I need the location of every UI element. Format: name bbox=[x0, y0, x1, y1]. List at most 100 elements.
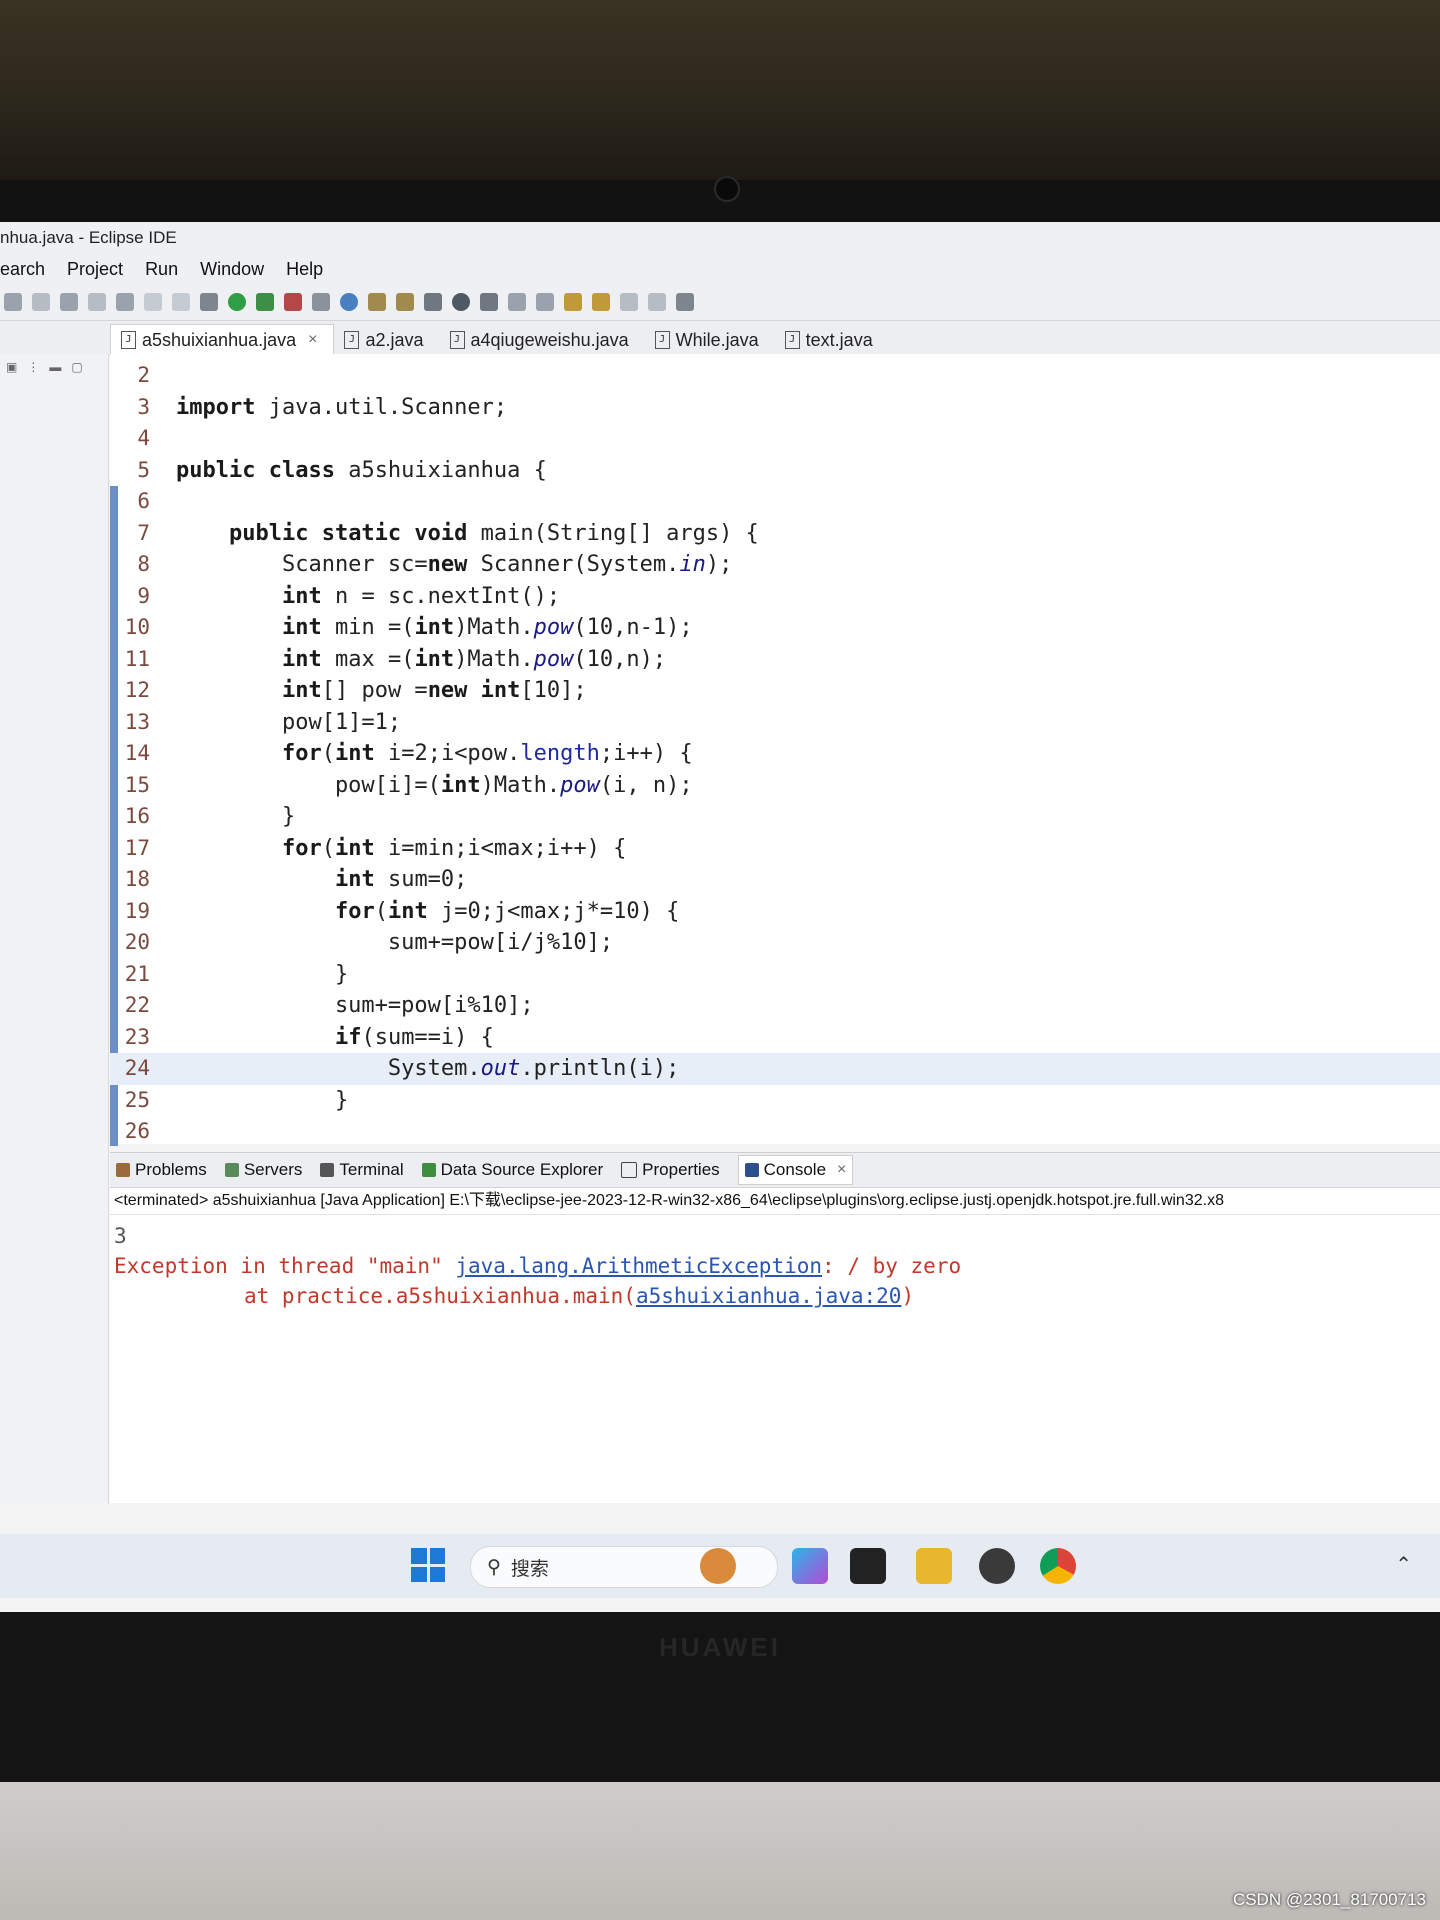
maximize-icon[interactable]: ▢ bbox=[71, 360, 82, 374]
code-line[interactable]: 2 bbox=[110, 360, 1440, 392]
code-line[interactable]: 15 pow[i]=(int)Math.pow(i, n); bbox=[110, 770, 1440, 802]
line-number: 20 bbox=[124, 930, 150, 954]
code-line[interactable]: 21 } bbox=[110, 959, 1440, 991]
tab-problems[interactable]: Problems bbox=[116, 1160, 207, 1180]
tab-label: Problems bbox=[135, 1160, 207, 1179]
console-status: <terminated> a5shuixianhua [Java Applica… bbox=[110, 1188, 1440, 1215]
toolbar-icon[interactable] bbox=[144, 293, 162, 311]
code-line[interactable]: 19 for(int j=0;j<max;j*=10) { bbox=[110, 896, 1440, 928]
menu-run[interactable]: Run bbox=[145, 259, 178, 280]
perspective-icon[interactable] bbox=[676, 293, 694, 311]
code-line[interactable]: 16 } bbox=[110, 801, 1440, 833]
forward-icon[interactable] bbox=[592, 293, 610, 311]
code-line[interactable]: 23 if(sum==i) { bbox=[110, 1022, 1440, 1054]
tab-a4qiugeweishu[interactable]: J a4qiugeweishu.java bbox=[440, 325, 645, 355]
menu-window[interactable]: Window bbox=[200, 259, 264, 280]
background-wall bbox=[0, 0, 1440, 180]
code-line[interactable]: 8 Scanner sc=new Scanner(System.in); bbox=[110, 549, 1440, 581]
tab-terminal[interactable]: Terminal bbox=[320, 1160, 404, 1180]
exception-class-link[interactable]: java.lang.ArithmeticException bbox=[455, 1254, 822, 1278]
eclipse-icon[interactable] bbox=[979, 1548, 1015, 1584]
code-line[interactable]: 3 import java.util.Scanner; bbox=[110, 392, 1440, 424]
coverage-icon[interactable] bbox=[256, 293, 274, 311]
code-line[interactable]: 14 for(int i=2;i<pow.length;i++) { bbox=[110, 738, 1440, 770]
window-title: nhua.java - Eclipse IDE bbox=[0, 222, 1440, 254]
tab-label: a4qiugeweishu.java bbox=[470, 330, 629, 350]
tab-a2[interactable]: J a2.java bbox=[334, 325, 439, 355]
toolbar-icon[interactable] bbox=[340, 293, 358, 311]
run-icon[interactable] bbox=[228, 293, 246, 311]
annotation-icon[interactable] bbox=[536, 293, 554, 311]
code-lines: 2 3 import java.util.Scanner; 4 5 public clas… bbox=[110, 360, 1440, 1148]
code-line[interactable]: 9 int n = sc.nextInt(); bbox=[110, 581, 1440, 613]
app-icon[interactable] bbox=[850, 1548, 886, 1584]
menu-bar: earch Project Run Window Help bbox=[0, 254, 1440, 284]
code-text: for(int i=2;i<pow.length;i++) { bbox=[281, 741, 693, 766]
code-line[interactable]: 26 bbox=[110, 1116, 1440, 1148]
code-line[interactable]: 5 public class a5shuixianhua { bbox=[110, 455, 1440, 487]
tray-chevron-icon[interactable]: ⌃ bbox=[1395, 1552, 1412, 1577]
open-type-icon[interactable] bbox=[368, 293, 386, 311]
minimize-icon[interactable]: ▬ bbox=[49, 360, 61, 374]
code-editor[interactable]: 2 3 import java.util.Scanner; 4 5 public clas… bbox=[110, 354, 1440, 1259]
tab-text[interactable]: J text.java bbox=[775, 325, 889, 355]
menu-search[interactable]: earch bbox=[0, 259, 45, 280]
back-icon[interactable] bbox=[564, 293, 582, 311]
copilot-icon[interactable] bbox=[792, 1548, 828, 1584]
windows-start-icon[interactable] bbox=[411, 1548, 445, 1582]
menu-help[interactable]: Help bbox=[286, 259, 323, 280]
tab-console[interactable]: Console × bbox=[737, 1155, 854, 1185]
toolbar-icon[interactable] bbox=[172, 293, 190, 311]
toolbar-icon[interactable] bbox=[312, 293, 330, 311]
toolbar-icon[interactable] bbox=[4, 293, 22, 311]
toolbar-icon[interactable] bbox=[60, 293, 78, 311]
close-icon[interactable]: × bbox=[837, 1161, 846, 1179]
tab-servers[interactable]: Servers bbox=[224, 1160, 302, 1180]
collapse-icon[interactable]: ▣ bbox=[6, 360, 17, 374]
line-number: 17 bbox=[124, 835, 150, 860]
toolbar-icon[interactable] bbox=[424, 293, 442, 311]
tab-a5shuixianhua[interactable]: J a5shuixianhua.java × bbox=[110, 324, 335, 355]
code-line[interactable]: 18 int sum=0; bbox=[110, 864, 1440, 896]
code-line[interactable]: 6 bbox=[110, 486, 1440, 518]
toolbar-icon[interactable] bbox=[88, 293, 106, 311]
code-line[interactable]: 4 bbox=[110, 423, 1440, 455]
widget-icon[interactable] bbox=[700, 1548, 736, 1584]
tab-properties[interactable]: Properties bbox=[621, 1160, 720, 1180]
nav-forward-icon[interactable] bbox=[648, 293, 666, 311]
toolbar-icon[interactable] bbox=[452, 293, 470, 311]
external-tools-icon[interactable] bbox=[284, 293, 302, 311]
open-folder-icon[interactable] bbox=[396, 293, 414, 311]
line-number: 19 bbox=[124, 898, 150, 923]
toolbar-icon[interactable] bbox=[480, 293, 498, 311]
tab-label: Terminal bbox=[339, 1160, 404, 1179]
code-line[interactable]: 17 for(int i=min;i<max;i++) { bbox=[110, 833, 1440, 865]
tab-while[interactable]: J While.java bbox=[645, 325, 775, 355]
annotation-icon[interactable] bbox=[508, 293, 526, 311]
console-output[interactable]: 3 Exception in thread "main" java.lang.A… bbox=[110, 1215, 1440, 1317]
code-line[interactable]: 12 int[] pow =new int[10]; bbox=[110, 675, 1440, 707]
source-link[interactable]: a5shuixianhua.java:20 bbox=[636, 1284, 902, 1308]
bottom-panel: Problems Servers Terminal Data Source Ex… bbox=[110, 1152, 1440, 1503]
nav-back-icon[interactable] bbox=[620, 293, 638, 311]
line-number: 24 bbox=[124, 1056, 150, 1080]
code-line[interactable]: 13 pow[1]=1; bbox=[110, 707, 1440, 739]
code-line[interactable]: 20 sum+=pow[i/j%10]; bbox=[110, 927, 1440, 959]
code-line[interactable]: 7 public static void main(String[] args)… bbox=[110, 518, 1440, 550]
code-line[interactable]: 11 int max =(int)Math.pow(10,n); bbox=[110, 644, 1440, 676]
debug-icon[interactable] bbox=[200, 293, 218, 311]
code-line[interactable]: 25 } bbox=[110, 1085, 1440, 1117]
toolbar-icon[interactable] bbox=[116, 293, 134, 311]
menu-project[interactable]: Project bbox=[67, 259, 123, 280]
line-number: 25 bbox=[124, 1087, 150, 1112]
chrome-icon[interactable] bbox=[1040, 1548, 1076, 1584]
tab-data-source-explorer[interactable]: Data Source Explorer bbox=[421, 1160, 603, 1180]
menu-icon[interactable]: ⋮ bbox=[27, 360, 39, 374]
code-text: if(sum==i) { bbox=[334, 1024, 494, 1050]
toolbar-icon[interactable] bbox=[32, 293, 50, 311]
code-line[interactable]: 24 System.out.println(i); bbox=[110, 1053, 1440, 1085]
code-line[interactable]: 10 int min =(int)Math.pow(10,n-1); bbox=[110, 612, 1440, 644]
close-icon[interactable]: × bbox=[308, 325, 317, 355]
code-line[interactable]: 22 sum+=pow[i%10]; bbox=[110, 990, 1440, 1022]
file-explorer-icon[interactable] bbox=[916, 1548, 952, 1584]
